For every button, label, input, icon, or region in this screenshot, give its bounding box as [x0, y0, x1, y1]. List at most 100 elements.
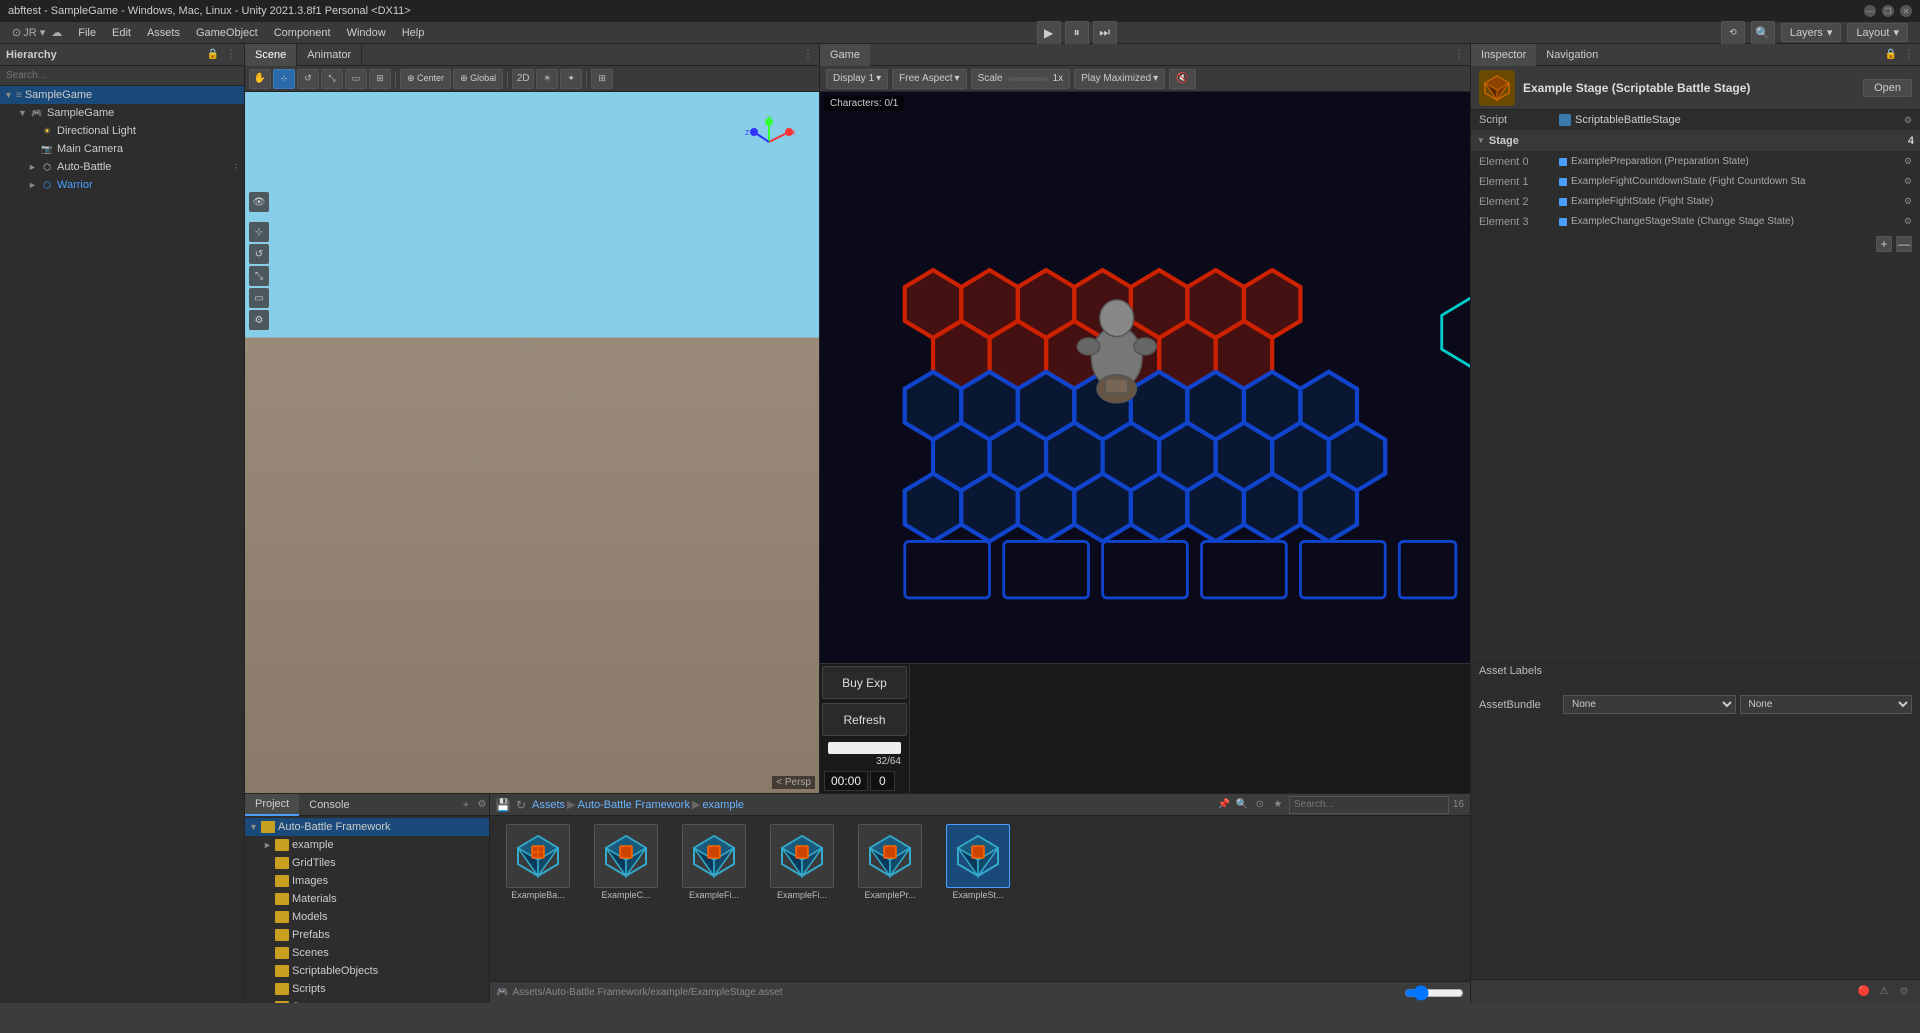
asset-size-slider[interactable]: [1404, 989, 1464, 997]
game-scale-btn[interactable]: Scale 1x: [971, 69, 1071, 89]
gameobject-menu[interactable]: GameObject: [188, 25, 266, 41]
scene-2d-btn[interactable]: 2D: [512, 69, 534, 89]
hierarchy-search-input[interactable]: [0, 66, 244, 86]
inspector-stage-header[interactable]: ▼ Stage 4: [1471, 130, 1920, 152]
asset-save-btn[interactable]: 💾: [496, 798, 510, 812]
inspector-remove-element-btn[interactable]: —: [1896, 236, 1912, 252]
asset-item-5[interactable]: ExampleSt...: [938, 824, 1018, 900]
window-menu[interactable]: Window: [339, 25, 394, 41]
scene-zoom-in-btn[interactable]: 👁: [249, 192, 269, 212]
scene-lighting-btn[interactable]: ☀: [536, 69, 558, 89]
scene-more-icon[interactable]: ⋮: [801, 48, 815, 62]
tab-game[interactable]: Game: [820, 44, 870, 66]
hierarchy-item-all[interactable]: ▼ ≡ SampleGame: [0, 86, 244, 104]
asset-filter-btn[interactable]: ⊙: [1253, 798, 1267, 812]
asset-pin-btn[interactable]: 📌: [1217, 798, 1231, 812]
folder-item-example[interactable]: ► example: [245, 836, 489, 854]
tab-animator[interactable]: Animator: [297, 44, 362, 66]
hierarchy-item-warrior[interactable]: ► ⬡ Warrior: [0, 176, 244, 194]
scene-global-btn[interactable]: ⊕ Global: [453, 69, 503, 89]
hierarchy-item-directional-light[interactable]: ► ☀ Directional Light: [0, 122, 244, 140]
hierarchy-item-auto-battle[interactable]: ► ⬡ Auto-Battle ⋮: [0, 158, 244, 176]
scene-settings-btn[interactable]: ⚙: [249, 310, 269, 330]
assets-menu[interactable]: Assets: [139, 25, 188, 41]
tab-navigation[interactable]: Navigation: [1536, 44, 1608, 66]
inspector-color-icon[interactable]: 🔴: [1856, 984, 1872, 1000]
help-menu[interactable]: Help: [394, 25, 433, 41]
tab-inspector[interactable]: Inspector: [1471, 44, 1536, 66]
game-maximize-btn[interactable]: Play Maximized ▾: [1074, 69, 1165, 89]
scene-move-btn[interactable]: ⊹: [273, 69, 295, 89]
breadcrumb-assets[interactable]: Assets: [532, 799, 565, 811]
script-settings-icon[interactable]: ⚙: [1904, 115, 1912, 126]
scene-nav-btn[interactable]: ⊹: [249, 222, 269, 242]
tab-scene[interactable]: Scene: [245, 44, 297, 66]
asset-item-0[interactable]: ExampleBa...: [498, 824, 578, 900]
history-button[interactable]: ⟲: [1721, 21, 1745, 45]
scene-rot-btn[interactable]: ↺: [249, 244, 269, 264]
element-settings-0[interactable]: ⚙: [1904, 156, 1912, 167]
folder-item-gridtiles[interactable]: ► GridTiles: [245, 854, 489, 872]
account-button[interactable]: ⊙ JR ▾ ☁: [4, 24, 70, 41]
asset-search-input[interactable]: [1289, 796, 1449, 814]
folder-item-auto-battle[interactable]: ▼ Auto-Battle Framework: [245, 818, 489, 836]
folder-item-images[interactable]: ► Images: [245, 872, 489, 890]
scene-rect2-btn[interactable]: ▭: [249, 288, 269, 308]
pause-button[interactable]: ⏸: [1065, 21, 1089, 45]
folder-item-scriptableobjects[interactable]: ► ScriptableObjects: [245, 962, 489, 980]
game-aspect-btn[interactable]: Free Aspect ▾: [892, 69, 966, 89]
hierarchy-lock-icon[interactable]: 🔒: [206, 48, 220, 62]
close-button[interactable]: ✕: [1900, 5, 1912, 17]
refresh-button[interactable]: Refresh: [822, 703, 907, 736]
component-menu[interactable]: Component: [266, 25, 339, 41]
folder-item-materials[interactable]: ► Materials: [245, 890, 489, 908]
scene-transform-btn[interactable]: ⊞: [369, 69, 391, 89]
asset-refresh-btn[interactable]: ↻: [514, 798, 528, 812]
asset-item-2[interactable]: ExampleFi...: [674, 824, 754, 900]
scene-scale2-btn[interactable]: ⤡: [249, 266, 269, 286]
asset-bundle-select[interactable]: None: [1563, 695, 1736, 714]
scene-pivot-btn[interactable]: ⊕ Center: [400, 69, 451, 89]
folder-item-scenes[interactable]: ► Scenes: [245, 944, 489, 962]
game-mute-btn[interactable]: 🔇: [1169, 69, 1195, 89]
search-button[interactable]: 🔍: [1751, 21, 1775, 45]
breadcrumb-framework[interactable]: Auto-Battle Framework: [577, 799, 689, 811]
element-settings-2[interactable]: ⚙: [1904, 196, 1912, 207]
project-add-btn[interactable]: +: [457, 796, 475, 814]
game-display-btn[interactable]: Display 1 ▾: [826, 69, 888, 89]
scene-hand-btn[interactable]: ✋: [249, 69, 271, 89]
asset-item-1[interactable]: ExampleC...: [586, 824, 666, 900]
hierarchy-more-icon[interactable]: ⋮: [224, 48, 238, 62]
layout-dropdown[interactable]: Layout ▾: [1847, 23, 1908, 42]
layers-dropdown[interactable]: Layers ▾: [1781, 23, 1842, 42]
asset-search-btn2[interactable]: 🔍: [1235, 798, 1249, 812]
step-button[interactable]: ⏭: [1093, 21, 1117, 45]
folder-item-scripts[interactable]: ► Scripts: [245, 980, 489, 998]
scene-scale-btn[interactable]: ⤡: [321, 69, 343, 89]
inspector-more-icon[interactable]: ⋮: [1902, 48, 1916, 62]
edit-menu[interactable]: Edit: [104, 25, 139, 41]
hierarchy-item-samplegame[interactable]: ▼ 🎮 SampleGame: [0, 104, 244, 122]
buy-exp-button[interactable]: Buy Exp: [822, 666, 907, 699]
hierarchy-item-main-camera[interactable]: ► 📷 Main Camera: [0, 140, 244, 158]
inspector-check-icon[interactable]: ⊙: [1896, 984, 1912, 1000]
scene-rotate-btn[interactable]: ↺: [297, 69, 319, 89]
minimize-button[interactable]: —: [1864, 5, 1876, 17]
asset-item-4[interactable]: ExamplePr...: [850, 824, 930, 900]
scene-fx-btn[interactable]: ✦: [560, 69, 582, 89]
play-button[interactable]: ▶: [1037, 21, 1061, 45]
asset-star-btn[interactable]: ★: [1271, 798, 1285, 812]
tab-project[interactable]: Project: [245, 794, 299, 816]
asset-bundle-variant-select[interactable]: None: [1740, 695, 1913, 714]
inspector-open-button[interactable]: Open: [1863, 79, 1912, 97]
folder-item-scenes2[interactable]: ► Scenes: [245, 998, 489, 1003]
game-more-icon[interactable]: ⋮: [1452, 48, 1466, 62]
scene-rect-btn[interactable]: ▭: [345, 69, 367, 89]
settings-icon[interactable]: ⚙: [475, 798, 489, 812]
asset-item-3[interactable]: ExampleFi...: [762, 824, 842, 900]
element-settings-3[interactable]: ⚙: [1904, 216, 1912, 227]
scene-grid-btn[interactable]: ⊞: [591, 69, 613, 89]
inspector-warning-icon[interactable]: ⚠: [1876, 984, 1892, 1000]
inspector-add-element-btn[interactable]: +: [1876, 236, 1892, 252]
element-settings-1[interactable]: ⚙: [1904, 176, 1912, 187]
